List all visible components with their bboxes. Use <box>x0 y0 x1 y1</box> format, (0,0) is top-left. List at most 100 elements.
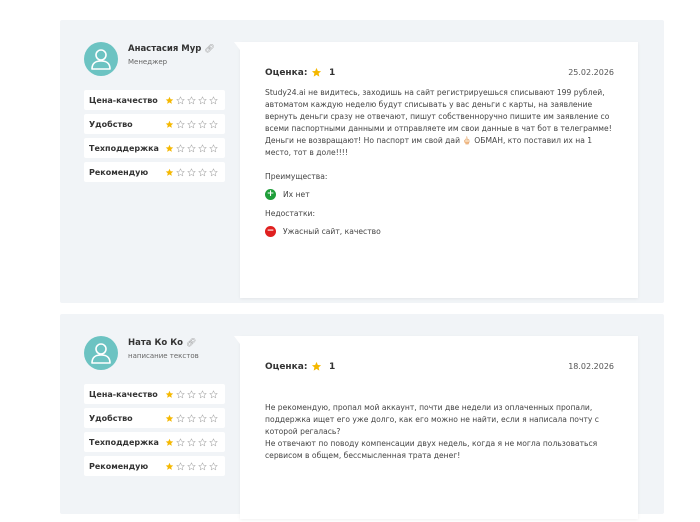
rating-row: Рекомендую <box>84 456 225 476</box>
star-empty-icon <box>176 119 185 128</box>
star-filled-icon <box>165 462 174 470</box>
rating-list: Цена-качество Удобство Техподдержка Реко… <box>84 384 225 480</box>
star-empty-icon <box>187 389 196 398</box>
avatar <box>84 42 118 76</box>
rating-row: Рекомендую <box>84 162 225 182</box>
author-name[interactable]: Ната Ко Ко 🔗︎ <box>128 338 196 348</box>
user-icon <box>91 49 111 70</box>
rating-label: Удобство <box>89 413 133 423</box>
review-card: Анастасия Мур 🔗︎ Менеджер Цена-качество У… <box>60 20 664 303</box>
star-filled-icon <box>165 144 174 152</box>
score-value: 1 <box>329 68 336 78</box>
score-value: 1 <box>329 362 336 372</box>
star-empty-icon <box>209 119 218 128</box>
cons-title: Недостатки: <box>265 209 316 218</box>
score-label: Оценка: <box>265 68 308 78</box>
author-role: Менеджер <box>128 58 168 66</box>
star-empty-icon <box>176 167 185 176</box>
star-empty-icon <box>187 119 196 128</box>
star-empty-icon <box>187 167 196 176</box>
star-empty-icon <box>198 167 207 176</box>
rating-label: Удобство <box>89 119 133 129</box>
rating-row: Цена-качество <box>84 384 225 404</box>
star-rating <box>165 167 218 177</box>
star-empty-icon <box>187 413 196 422</box>
star-rating <box>165 119 218 129</box>
pros-text: Их нет <box>283 189 310 199</box>
star-empty-icon <box>198 437 207 446</box>
author-role: написание текстов <box>128 352 199 360</box>
star-empty-icon <box>176 437 185 446</box>
star-empty-icon <box>187 143 196 152</box>
star-empty-icon <box>209 389 218 398</box>
star-empty-icon <box>176 461 185 470</box>
review-header: Оценка: 1 25.02.2026 <box>265 67 614 82</box>
star-rating <box>165 143 218 153</box>
star-rating <box>165 413 218 423</box>
author-name-text: Ната Ко Ко <box>128 338 184 348</box>
star-empty-icon <box>209 143 218 152</box>
link-icon[interactable]: 🔗︎ <box>204 44 214 53</box>
star-empty-icon <box>198 95 207 104</box>
rating-row: Цена-качество <box>84 90 225 110</box>
rating-row: Удобство <box>84 408 225 428</box>
star-empty-icon <box>209 413 218 422</box>
cons-item: − Ужасный сайт, качество <box>265 225 381 237</box>
rating-row: Техподдержка <box>84 432 225 452</box>
minus-icon: − <box>265 225 276 237</box>
pros-item: + Их нет <box>265 188 310 200</box>
star-filled-icon <box>165 438 174 446</box>
star-empty-icon <box>198 143 207 152</box>
review-header: Оценка: 1 18.02.2026 <box>265 361 614 376</box>
star-empty-icon <box>198 413 207 422</box>
author-name-text: Анастасия Мур <box>128 44 202 54</box>
star-empty-icon <box>198 389 207 398</box>
star-rating <box>165 389 218 399</box>
rating-label: Техподдержка <box>89 143 159 153</box>
star-empty-icon <box>198 119 207 128</box>
review-author: Анастасия Мур 🔗︎ Менеджер <box>84 42 234 78</box>
review-author: Ната Ко Ко 🔗︎ написание текстов <box>84 336 234 372</box>
star-icon <box>311 67 322 77</box>
star-filled-icon <box>165 414 174 422</box>
rating-label: Цена-качество <box>89 389 158 399</box>
review-text: Не рекомендую, пропал мой аккаунт, почти… <box>265 403 599 460</box>
review-date: 18.02.2026 <box>568 362 614 371</box>
rating-label: Рекомендую <box>89 167 149 177</box>
star-empty-icon <box>176 413 185 422</box>
rating-row: Удобство <box>84 114 225 134</box>
plus-icon: + <box>265 188 276 200</box>
author-name[interactable]: Анастасия Мур 🔗︎ <box>128 44 215 54</box>
rating-label: Рекомендую <box>89 461 149 471</box>
star-empty-icon <box>187 95 196 104</box>
star-empty-icon <box>176 389 185 398</box>
rating-list: Цена-качество Удобство Техподдержка Реко… <box>84 90 225 186</box>
star-empty-icon <box>176 143 185 152</box>
star-empty-icon <box>198 461 207 470</box>
review-body: Оценка: 1 25.02.2026 Study24.ai не видит… <box>234 42 638 298</box>
star-empty-icon <box>209 437 218 446</box>
star-empty-icon <box>187 437 196 446</box>
avatar <box>84 336 118 370</box>
star-filled-icon <box>165 120 174 128</box>
review-body: Оценка: 1 18.02.2026 Не рекомендую, проп… <box>234 336 638 519</box>
star-rating <box>165 95 218 105</box>
star-filled-icon <box>165 390 174 398</box>
rating-label: Техподдержка <box>89 437 159 447</box>
review-text: Study24.ai не видитесь, заходишь на сайт… <box>265 88 612 157</box>
link-icon[interactable]: 🔗︎ <box>186 338 196 347</box>
star-empty-icon <box>187 461 196 470</box>
star-filled-icon <box>165 168 174 176</box>
star-empty-icon <box>209 167 218 176</box>
review-date: 25.02.2026 <box>568 68 614 77</box>
star-empty-icon <box>209 95 218 104</box>
review-card: Ната Ко Ко 🔗︎ написание текстов Цена-каче… <box>60 314 664 519</box>
star-rating <box>165 437 218 447</box>
pros-title: Преимущества: <box>265 172 328 181</box>
score-label: Оценка: <box>265 362 308 372</box>
star-empty-icon <box>176 95 185 104</box>
cons-text: Ужасный сайт, качество <box>283 226 381 236</box>
star-empty-icon <box>209 461 218 470</box>
star-icon <box>311 361 322 371</box>
user-icon <box>91 343 111 364</box>
